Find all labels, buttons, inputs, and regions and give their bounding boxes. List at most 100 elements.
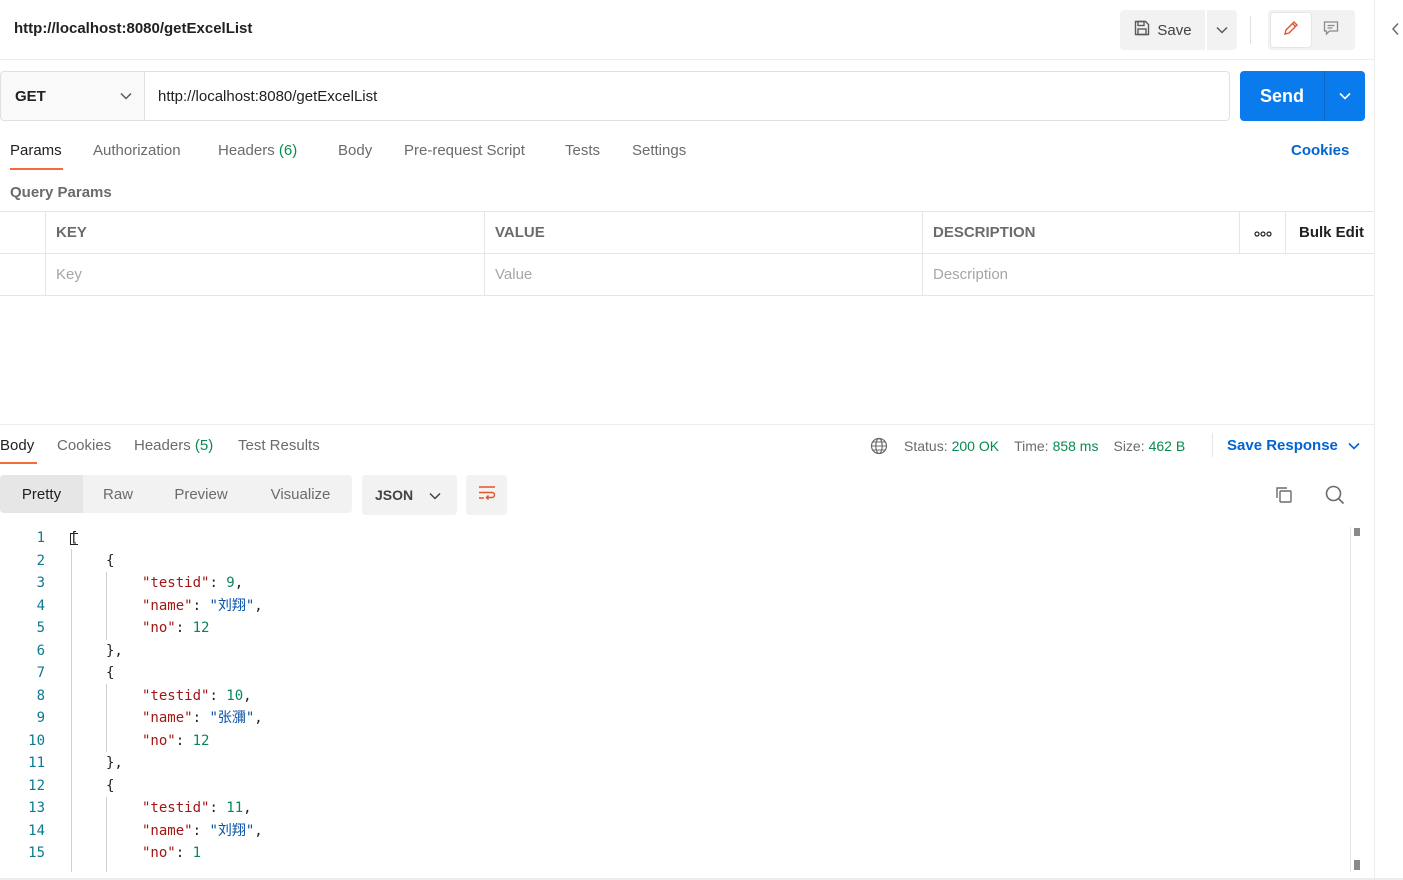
tab-headers[interactable]: Headers (6)	[218, 142, 297, 159]
tab-body[interactable]: Body	[338, 142, 372, 159]
topbar-divider	[1250, 16, 1251, 44]
tab-pre-request-script[interactable]: Pre-request Script	[404, 142, 525, 159]
code-line: 11},	[0, 752, 1350, 775]
time-value[interactable]: 858 ms	[1053, 438, 1099, 454]
more-options-button[interactable]	[1239, 212, 1286, 253]
view-tab-raw[interactable]: Raw	[83, 475, 153, 513]
tab-params[interactable]: Params	[10, 142, 62, 159]
param-value-input[interactable]: Value	[484, 254, 923, 295]
param-description-input[interactable]: Description	[922, 254, 1374, 295]
code-text: "name": "张瀰",	[142, 707, 263, 730]
method-select[interactable]: GET	[0, 71, 145, 121]
line-number: 9	[36, 710, 45, 726]
line-number: 6	[36, 642, 45, 659]
code-token: {	[106, 777, 115, 794]
code-token: "刘翔"	[209, 822, 255, 839]
params-description-header: DESCRIPTION	[922, 212, 1240, 253]
response-tab-headers-count: (5)	[194, 437, 214, 454]
line-number: 11	[28, 755, 45, 771]
scrollbar-down[interactable]	[1354, 860, 1360, 870]
code-token: 10	[226, 687, 244, 704]
code-text: "testid": 9,	[142, 572, 243, 595]
code-token: "刘翔"	[209, 597, 255, 614]
code-token: :	[192, 822, 210, 839]
view-tab-pretty[interactable]: Pretty	[0, 475, 83, 513]
cookies-link[interactable]: Cookies	[1291, 142, 1349, 159]
save-label: Save	[1157, 21, 1192, 39]
comment-mode-button[interactable]	[1311, 13, 1351, 47]
code-token: "testid"	[142, 575, 210, 591]
scrollbar-track	[1350, 527, 1351, 872]
line-number: 4	[36, 597, 45, 614]
tab-settings[interactable]: Settings	[632, 142, 686, 159]
response-tab-body[interactable]: Body	[0, 437, 34, 454]
code-token: "name"	[142, 822, 193, 839]
code-text: "testid": 10,	[142, 685, 252, 708]
code-token: ,	[254, 710, 263, 726]
line-number: 7	[36, 665, 45, 681]
save-response-button[interactable]: Save Response	[1227, 437, 1360, 454]
response-body-viewer[interactable]: 1[2{3 "testid": 9, 4 "name": "刘翔", 5 "no": 12…	[0, 527, 1350, 872]
code-token: 1	[192, 845, 202, 861]
code-text: "no": 12	[142, 730, 209, 753]
response-tab-test-results[interactable]: Test Results	[238, 437, 320, 454]
code-token: :	[192, 710, 210, 726]
save-icon	[1133, 19, 1151, 41]
code-line: 6},	[0, 640, 1350, 663]
code-token: ,	[243, 687, 252, 704]
response-divider[interactable]	[0, 424, 1374, 425]
method-label: GET	[15, 87, 46, 105]
send-button[interactable]: Send	[1240, 71, 1324, 121]
params-row-checkbox	[0, 254, 46, 295]
response-tab-headers[interactable]: Headers (5)	[134, 437, 213, 454]
url-input[interactable]: http://localhost:8080/getExcelList	[144, 71, 1230, 121]
send-options-button[interactable]	[1324, 71, 1365, 121]
param-key-input[interactable]: Key	[45, 254, 485, 295]
code-line: 5 "no": 12	[0, 617, 1350, 640]
line-number: 15	[28, 845, 45, 861]
size-value[interactable]: 462 B	[1149, 438, 1186, 454]
comment-icon	[1322, 19, 1340, 42]
code-text: {	[106, 550, 114, 573]
view-mode-tabs: Pretty Raw Preview Visualize	[0, 475, 352, 513]
wrap-lines-button[interactable]	[466, 475, 507, 515]
bulk-edit-button[interactable]: Bulk Edit	[1285, 212, 1374, 253]
format-select[interactable]: JSON	[362, 475, 457, 515]
tab-tests[interactable]: Tests	[565, 142, 600, 159]
code-token: ,	[254, 597, 263, 614]
search-icon[interactable]	[1324, 484, 1346, 511]
chevron-left-icon[interactable]	[1390, 22, 1400, 39]
tab-headers-count: (6)	[278, 142, 298, 159]
code-token: :	[209, 800, 227, 816]
save-button[interactable]: Save	[1120, 10, 1205, 50]
view-tab-visualize[interactable]: Visualize	[249, 475, 352, 513]
code-line: 15 "no": 1	[0, 842, 1350, 865]
code-token: ,	[234, 575, 244, 591]
scrollbar-up[interactable]	[1354, 528, 1360, 536]
code-line: 10 "no": 12	[0, 730, 1350, 753]
edit-mode-button[interactable]	[1271, 13, 1311, 47]
params-checkbox-col	[0, 212, 46, 253]
status-value[interactable]: 200 OK	[952, 438, 999, 454]
status-label: Status:	[904, 438, 948, 454]
globe-icon[interactable]	[870, 437, 888, 455]
chevron-down-icon	[120, 87, 132, 105]
line-number: 8	[36, 687, 45, 704]
response-tab-cookies[interactable]: Cookies	[57, 437, 111, 454]
code-token: {	[106, 552, 115, 569]
code-token: ,	[243, 800, 252, 816]
request-title[interactable]: http://localhost:8080/getExcelList	[14, 20, 252, 37]
view-tab-preview[interactable]: Preview	[153, 475, 249, 513]
copy-icon[interactable]	[1274, 485, 1294, 510]
code-token: "testid"	[142, 687, 210, 704]
time-label: Time:	[1014, 438, 1049, 454]
mode-toggle	[1268, 10, 1355, 50]
tab-authorization[interactable]: Authorization	[93, 142, 181, 159]
code-token: 12	[192, 620, 210, 636]
code-token: "no"	[142, 845, 176, 861]
code-token: "no"	[142, 732, 176, 749]
code-line: 1[	[0, 527, 1350, 550]
right-sidebar	[1374, 0, 1403, 880]
save-options-button[interactable]	[1207, 10, 1237, 50]
save-button-group: Save	[1120, 10, 1237, 50]
